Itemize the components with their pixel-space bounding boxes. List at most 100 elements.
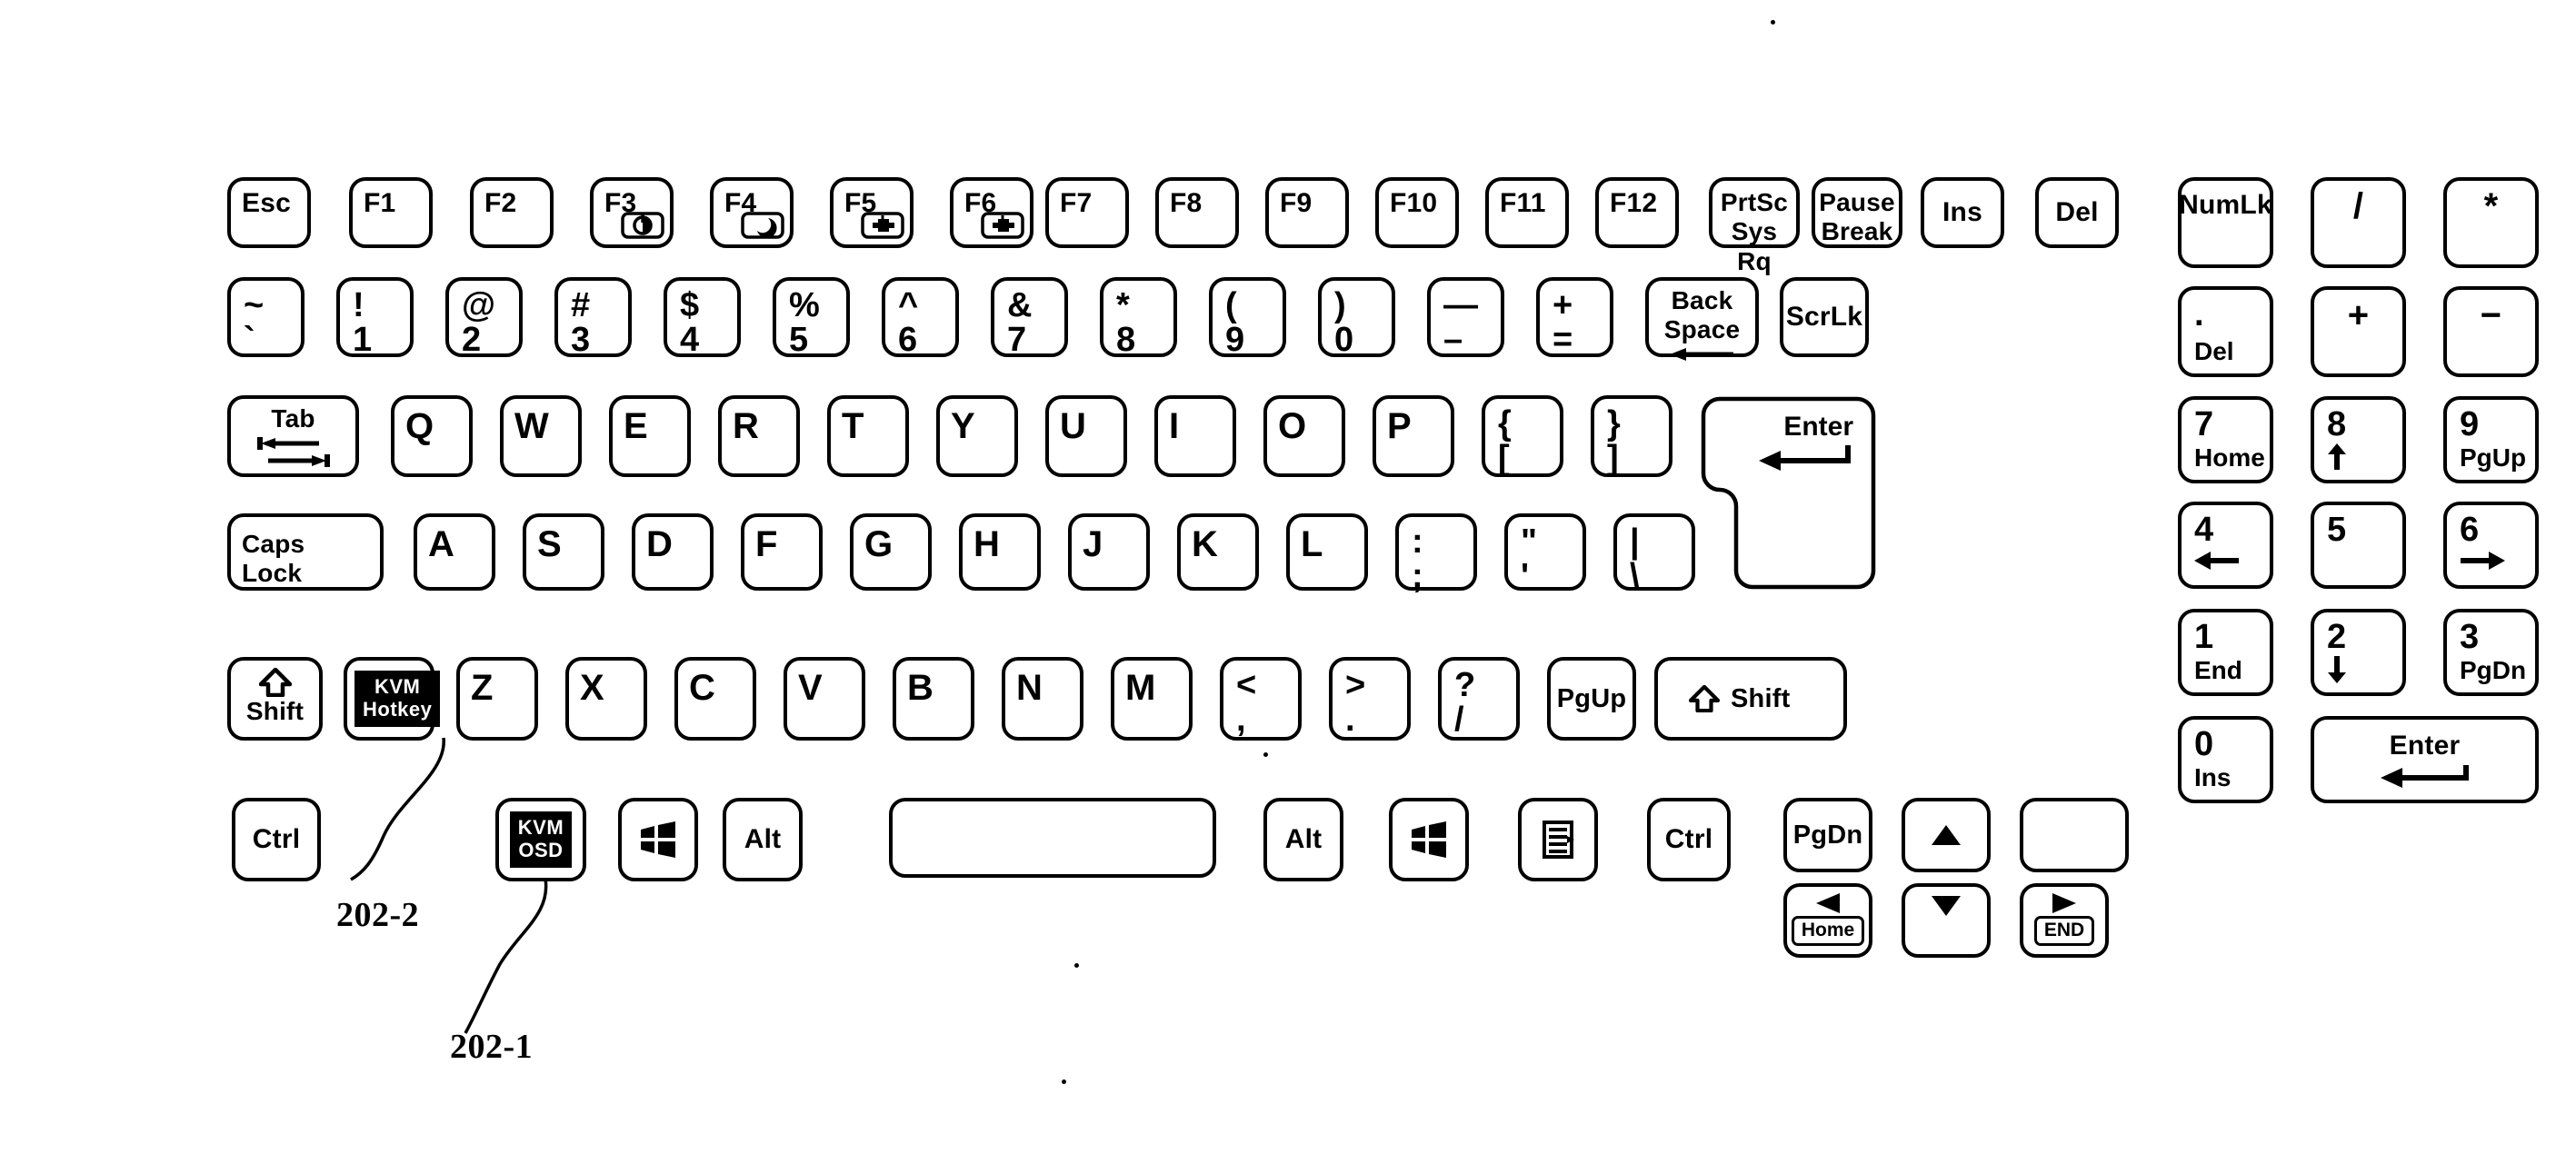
key-kvm-osd[interactable]: KVM OSD [495,798,586,881]
key-f3[interactable]: F3 [590,177,674,248]
key-windows-left[interactable] [618,798,698,881]
key-f4[interactable]: F4 [710,177,794,248]
key-6[interactable]: ^ 6 [882,277,959,357]
key-period[interactable]: > . [1329,657,1411,741]
key-3[interactable]: # 3 [554,277,632,357]
numpad-key-3-pgdn[interactable]: 3 PgDn [2443,609,2539,696]
numpad-key-multiply[interactable]: * [2443,177,2539,268]
key-comma[interactable]: < , [1220,657,1302,741]
key-caps-lock[interactable]: Caps Lock [227,513,384,591]
key-minus[interactable]: — – [1427,277,1504,357]
key-arrow-down[interactable] [1902,883,1991,958]
key-4[interactable]: $ 4 [664,277,741,357]
key-menu[interactable] [1518,798,1598,881]
key-bracket-left[interactable]: { [ [1482,395,1563,477]
key-f11[interactable]: F11 [1485,177,1569,248]
numpad-key-9-pgup[interactable]: 9 PgUp [2443,396,2539,483]
key-r[interactable]: R [718,395,800,477]
key-2[interactable]: @ 2 [445,277,523,357]
key-u[interactable]: U [1045,395,1127,477]
key-q[interactable]: Q [391,395,473,477]
numpad-key-5[interactable]: 5 [2311,502,2406,589]
key-f5[interactable]: F5 [830,177,914,248]
numpad-key-enter[interactable]: Enter [2311,716,2539,803]
key-ctrl-left[interactable]: Ctrl [232,798,321,881]
key-x[interactable]: X [565,657,647,741]
key-h[interactable]: H [959,513,1041,591]
key-tab[interactable]: Tab [227,395,359,477]
numpad-key-minus[interactable]: − [2443,286,2539,377]
key-l[interactable]: L [1286,513,1368,591]
key-insert[interactable]: Ins [1921,177,2004,248]
key-f1[interactable]: F1 [349,177,433,248]
key-backspace[interactable]: Back Space [1645,277,1759,361]
key-i[interactable]: I [1154,395,1236,477]
key-m[interactable]: M [1111,657,1193,741]
key-o[interactable]: O [1263,395,1345,477]
key-alt-right[interactable]: Alt [1263,798,1343,881]
key-arrow-right[interactable]: END [2020,883,2109,958]
key-backtick[interactable]: ~ ` [227,277,305,357]
key-5[interactable]: % 5 [773,277,850,357]
key-f10[interactable]: F10 [1375,177,1459,248]
key-slash[interactable]: ? / [1438,657,1520,741]
numpad-key-6-right[interactable]: 6 [2443,502,2539,589]
key-d[interactable]: D [632,513,714,591]
key-bracket-right[interactable]: } ] [1591,395,1672,477]
key-f2[interactable]: F2 [470,177,554,248]
key-c[interactable]: C [674,657,756,741]
key-arrow-left[interactable]: Home [1783,883,1872,958]
key-enter[interactable]: Enter [1700,395,1877,591]
numpad-key-8-up[interactable]: 8 [2311,396,2406,483]
key-page-down[interactable]: PgDn [1783,798,1872,872]
key-v[interactable]: V [784,657,865,741]
key-8[interactable]: * 8 [1100,277,1177,357]
key-pause-break[interactable]: Pause Break [1812,177,1902,248]
key-z[interactable]: Z [456,657,538,741]
key-e[interactable]: E [609,395,691,477]
key-f6[interactable]: F6 [950,177,1033,248]
key-esc[interactable]: Esc [227,177,311,248]
key-f7[interactable]: F7 [1045,177,1129,248]
numpad-key-divide[interactable]: / [2311,177,2406,268]
key-9[interactable]: ( 9 [1209,277,1286,357]
key-space[interactable] [889,798,1216,878]
key-t[interactable]: T [827,395,909,477]
key-quote[interactable]: " ' [1504,513,1586,593]
key-p[interactable]: P [1373,395,1454,477]
key-7[interactable]: & 7 [991,277,1068,357]
key-blank-top-right[interactable] [2020,798,2129,872]
key-page-up[interactable]: PgUp [1547,657,1636,741]
key-y[interactable]: Y [936,395,1018,477]
key-semicolon[interactable]: : ; [1395,513,1477,593]
key-shift-left[interactable]: Shift [227,657,323,741]
key-print-screen[interactable]: PrtSc Sys Rq [1709,177,1800,275]
numpad-key-0-ins[interactable]: 0 Ins [2178,716,2273,803]
numpad-key-decimal-del[interactable]: . Del [2178,286,2273,377]
key-n[interactable]: N [1002,657,1083,741]
numpad-key-1-end[interactable]: 1 End [2178,609,2273,696]
key-kvm-hotkey[interactable]: KVM Hotkey [344,657,441,741]
numpad-key-7-home[interactable]: 7 Home [2178,396,2273,483]
key-windows-right[interactable] [1389,798,1469,881]
numpad-key-2-down[interactable]: 2 [2311,609,2406,696]
numpad-key-numlock[interactable]: NumLk [2178,177,2273,268]
key-f9[interactable]: F9 [1265,177,1349,248]
key-g[interactable]: G [850,513,932,591]
key-delete[interactable]: Del [2035,177,2119,248]
key-shift-right[interactable]: Shift [1654,657,1847,741]
key-0[interactable]: ) 0 [1318,277,1395,357]
key-equals[interactable]: + = [1536,277,1613,357]
key-1[interactable]: ! 1 [336,277,414,357]
key-backslash[interactable]: | \ [1613,513,1695,593]
key-j[interactable]: J [1068,513,1150,591]
key-alt-left[interactable]: Alt [723,798,803,881]
key-f[interactable]: F [741,513,823,591]
key-k[interactable]: K [1177,513,1259,591]
numpad-key-plus[interactable]: + [2311,286,2406,377]
key-ctrl-right[interactable]: Ctrl [1647,798,1731,881]
key-a[interactable]: A [414,513,495,591]
key-arrow-up[interactable] [1902,798,1991,872]
numpad-key-4-left[interactable]: 4 [2178,502,2273,589]
key-b[interactable]: B [893,657,974,741]
